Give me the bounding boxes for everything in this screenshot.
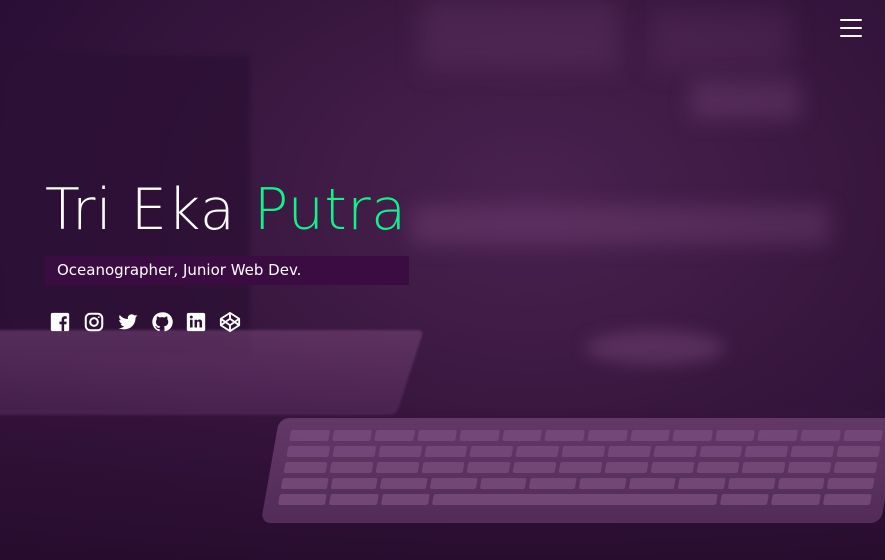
background-laptop [0,330,424,415]
hero-name-first: Tri Eka [45,177,254,243]
instagram-icon[interactable] [83,311,105,333]
twitter-icon[interactable] [117,311,139,333]
hero-name-accent: Putra [253,177,407,243]
background-keyboard [260,418,885,523]
hamburger-menu-icon[interactable] [840,19,862,37]
github-icon[interactable] [151,311,173,333]
hero-content: Tri Eka Putra Oceanographer, Junior Web … [45,172,409,333]
hero-name: Tri Eka Putra [45,172,409,248]
background-bokeh [420,0,620,70]
background-bokeh [690,80,800,120]
codepen-icon[interactable] [219,311,241,333]
facebook-icon[interactable] [49,311,71,333]
social-links [49,311,409,333]
background-shelf [410,205,830,245]
background-bokeh [650,10,790,70]
hero-section: Tri Eka Putra Oceanographer, Junior Web … [0,0,885,560]
linkedin-icon[interactable] [185,311,207,333]
background-cup [585,330,725,365]
hero-subtitle: Oceanographer, Junior Web Dev. [45,256,409,285]
